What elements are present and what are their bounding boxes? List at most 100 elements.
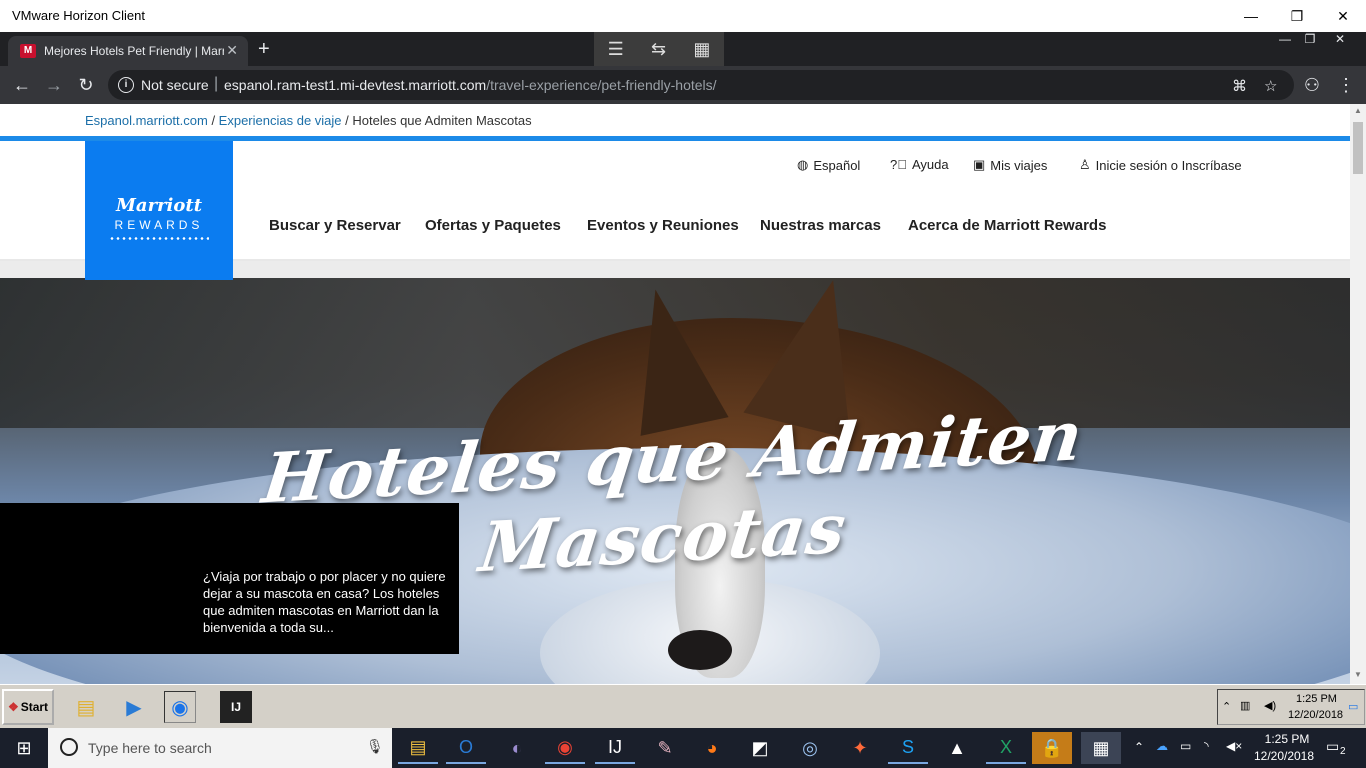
- chrome-taskbar-icon[interactable]: ◉: [545, 732, 585, 764]
- volume-icon[interactable]: ◀): [1264, 699, 1276, 712]
- marriott-rewards-logo[interactable]: Marriott REWARDS: [85, 141, 233, 280]
- desktop-icon[interactable]: ▭: [1348, 700, 1358, 713]
- browser-tab[interactable]: M Mejores Hotels Pet Friendly | Marriott…: [8, 36, 248, 66]
- nav-events[interactable]: Eventos y Reuniones: [587, 217, 739, 234]
- search-placeholder: Type here to search: [88, 740, 212, 756]
- display-icon[interactable]: ▦: [693, 39, 710, 60]
- remote-system-tray: ⌃ ▥ ◀) 1:25 PM 12/20/2018 ▭: [1217, 689, 1365, 725]
- eclipse-icon[interactable]: ◐: [497, 732, 537, 764]
- wifi-icon[interactable]: ◝: [1204, 739, 1209, 753]
- extension-icon[interactable]: ⚇: [1300, 74, 1324, 96]
- paint-icon[interactable]: ✎: [645, 732, 685, 764]
- url-host: espanol.ram-test1.mi-devtest.marriott.co…: [224, 77, 487, 93]
- cortana-app-icon[interactable]: ◎: [790, 732, 830, 764]
- back-button[interactable]: ←: [10, 74, 34, 96]
- chrome-menu-icon[interactable]: ⋮: [1334, 74, 1358, 96]
- start-label: Start: [20, 700, 49, 714]
- breadcrumb-separator: /: [207, 113, 219, 128]
- tray-expand-icon[interactable]: ⌃: [1222, 700, 1231, 713]
- postman-icon[interactable]: ✦: [840, 732, 880, 764]
- globe-icon: ◍: [797, 157, 809, 172]
- intellij-icon[interactable]: IJ: [220, 691, 252, 723]
- notification-count: 2: [1340, 746, 1346, 757]
- signin-link[interactable]: ♙ Inicie sesión o Inscríbase: [1079, 157, 1242, 173]
- windows-system-tray: ⌃ ☁ ▭ ◝ ◀× 1:25 PM 12/20/2018 ▭ 2: [1130, 728, 1366, 768]
- windows-start-icon[interactable]: ⊞: [0, 728, 48, 768]
- marriott-favicon-icon: M: [20, 44, 36, 58]
- remote-start-button[interactable]: ❖ Start: [2, 689, 54, 725]
- url-text[interactable]: espanol.ram-test1.mi-devtest.marriott.co…: [224, 77, 717, 93]
- logo-dots: [109, 237, 209, 240]
- excel-icon[interactable]: X: [986, 732, 1026, 764]
- microphone-icon[interactable]: 🎙: [366, 738, 384, 755]
- signin-label: Inicie sesión o Inscríbase: [1095, 157, 1242, 173]
- network-icon[interactable]: ▥: [1240, 699, 1250, 712]
- file-explorer-icon[interactable]: ▤: [398, 732, 438, 764]
- photos-icon[interactable]: ▲: [937, 732, 977, 764]
- breadcrumb-travel-link[interactable]: Experiencias de viaje: [219, 113, 342, 128]
- logo-brand: Marriott: [115, 195, 203, 216]
- inner-restore-button[interactable]: ❐: [1295, 32, 1325, 50]
- restore-button[interactable]: ❐: [1274, 0, 1320, 32]
- info-icon[interactable]: i: [118, 77, 134, 93]
- dog-nose: [668, 630, 732, 670]
- close-button[interactable]: ✕: [1320, 0, 1366, 32]
- taskbar-search[interactable]: Type here to search 🎙: [48, 728, 392, 768]
- firefox-icon[interactable]: ◕: [692, 732, 732, 764]
- nav-brands[interactable]: Nuestras marcas: [760, 217, 881, 234]
- not-secure-label: Not secure: [141, 77, 209, 93]
- page-scrollbar[interactable]: ▲ ▼: [1350, 104, 1366, 684]
- breadcrumb-home-link[interactable]: Espanol.marriott.com: [85, 113, 208, 128]
- address-bar[interactable]: i Not secure | espanol.ram-test1.mi-devt…: [108, 70, 1294, 100]
- remote-clock-date: 12/20/2018: [1288, 709, 1344, 721]
- user-icon: ♙: [1079, 157, 1091, 172]
- minimize-button[interactable]: —: [1228, 0, 1274, 32]
- scrollbar-thumb[interactable]: [1353, 122, 1363, 174]
- page-viewport: Espanol.marriott.com / Experiencias de v…: [0, 104, 1350, 684]
- folder-icon[interactable]: ▤: [70, 691, 102, 723]
- media-player-icon[interactable]: ▶: [118, 691, 150, 723]
- reload-button[interactable]: ↻: [74, 74, 98, 96]
- my-trips-link[interactable]: ▣ Mis viajes: [973, 157, 1047, 173]
- omnibox-separator: |: [214, 75, 219, 92]
- vmware-title-bar: VMware Horizon Client — ❐ ✕: [0, 0, 1366, 32]
- sticky-notes-icon[interactable]: ◩: [740, 732, 780, 764]
- bookmark-star-icon[interactable]: ☆: [1264, 77, 1277, 95]
- battery-icon[interactable]: ▭: [1180, 739, 1191, 753]
- onedrive-icon[interactable]: ☁: [1156, 739, 1168, 753]
- nav-search-book[interactable]: Buscar y Reservar: [269, 217, 401, 234]
- volume-muted-icon[interactable]: ◀×: [1226, 739, 1242, 753]
- clock-time[interactable]: 1:25 PM: [1258, 732, 1316, 746]
- forward-button[interactable]: →: [42, 74, 66, 96]
- lock-app-icon[interactable]: 🔒: [1032, 732, 1072, 764]
- breadcrumb: Espanol.marriott.com / Experiencias de v…: [85, 113, 532, 128]
- disconnect-icon[interactable]: ⇆: [651, 39, 666, 60]
- inner-close-button[interactable]: ✕: [1325, 32, 1355, 50]
- menu-icon[interactable]: ☰: [608, 39, 624, 60]
- my-trips-label: Mis viajes: [990, 157, 1048, 173]
- scroll-down-icon[interactable]: ▼: [1353, 670, 1363, 679]
- tab-close-icon[interactable]: ✕: [226, 42, 238, 59]
- chrome-icon[interactable]: ◉: [164, 691, 196, 723]
- nav-offers[interactable]: Ofertas y Paquetes: [425, 217, 561, 234]
- url-path: /travel-experience/pet-friendly-hotels/: [486, 77, 717, 93]
- outlook-icon[interactable]: O: [446, 732, 486, 764]
- clock-date[interactable]: 12/20/2018: [1252, 749, 1316, 763]
- breadcrumb-separator: /: [341, 113, 353, 128]
- vmware-horizon-icon[interactable]: ▦: [1081, 732, 1121, 764]
- suitcase-icon: ▣: [973, 157, 986, 172]
- show-hidden-icons-icon[interactable]: ⌃: [1134, 740, 1144, 754]
- cortana-icon: [60, 738, 78, 756]
- intellij-taskbar-icon[interactable]: IJ: [595, 732, 635, 764]
- language-link[interactable]: ◍ Español: [797, 157, 860, 173]
- action-center-icon[interactable]: ▭: [1326, 738, 1339, 755]
- translate-icon[interactable]: ⌘: [1232, 77, 1247, 95]
- window-title: VMware Horizon Client: [12, 8, 145, 23]
- new-tab-button[interactable]: +: [258, 38, 270, 61]
- skype-icon[interactable]: S: [888, 732, 928, 764]
- scroll-up-icon[interactable]: ▲: [1353, 106, 1363, 115]
- help-link[interactable]: ?⃝ Ayuda: [890, 157, 949, 172]
- nav-about-rewards[interactable]: Acerca de Marriott Rewards: [908, 217, 1106, 234]
- windows-taskbar: ⊞ Type here to search 🎙 ▤ O ◐ ◉ IJ ✎ ◕ ◩…: [0, 728, 1366, 768]
- logo-subtitle: REWARDS: [114, 218, 204, 232]
